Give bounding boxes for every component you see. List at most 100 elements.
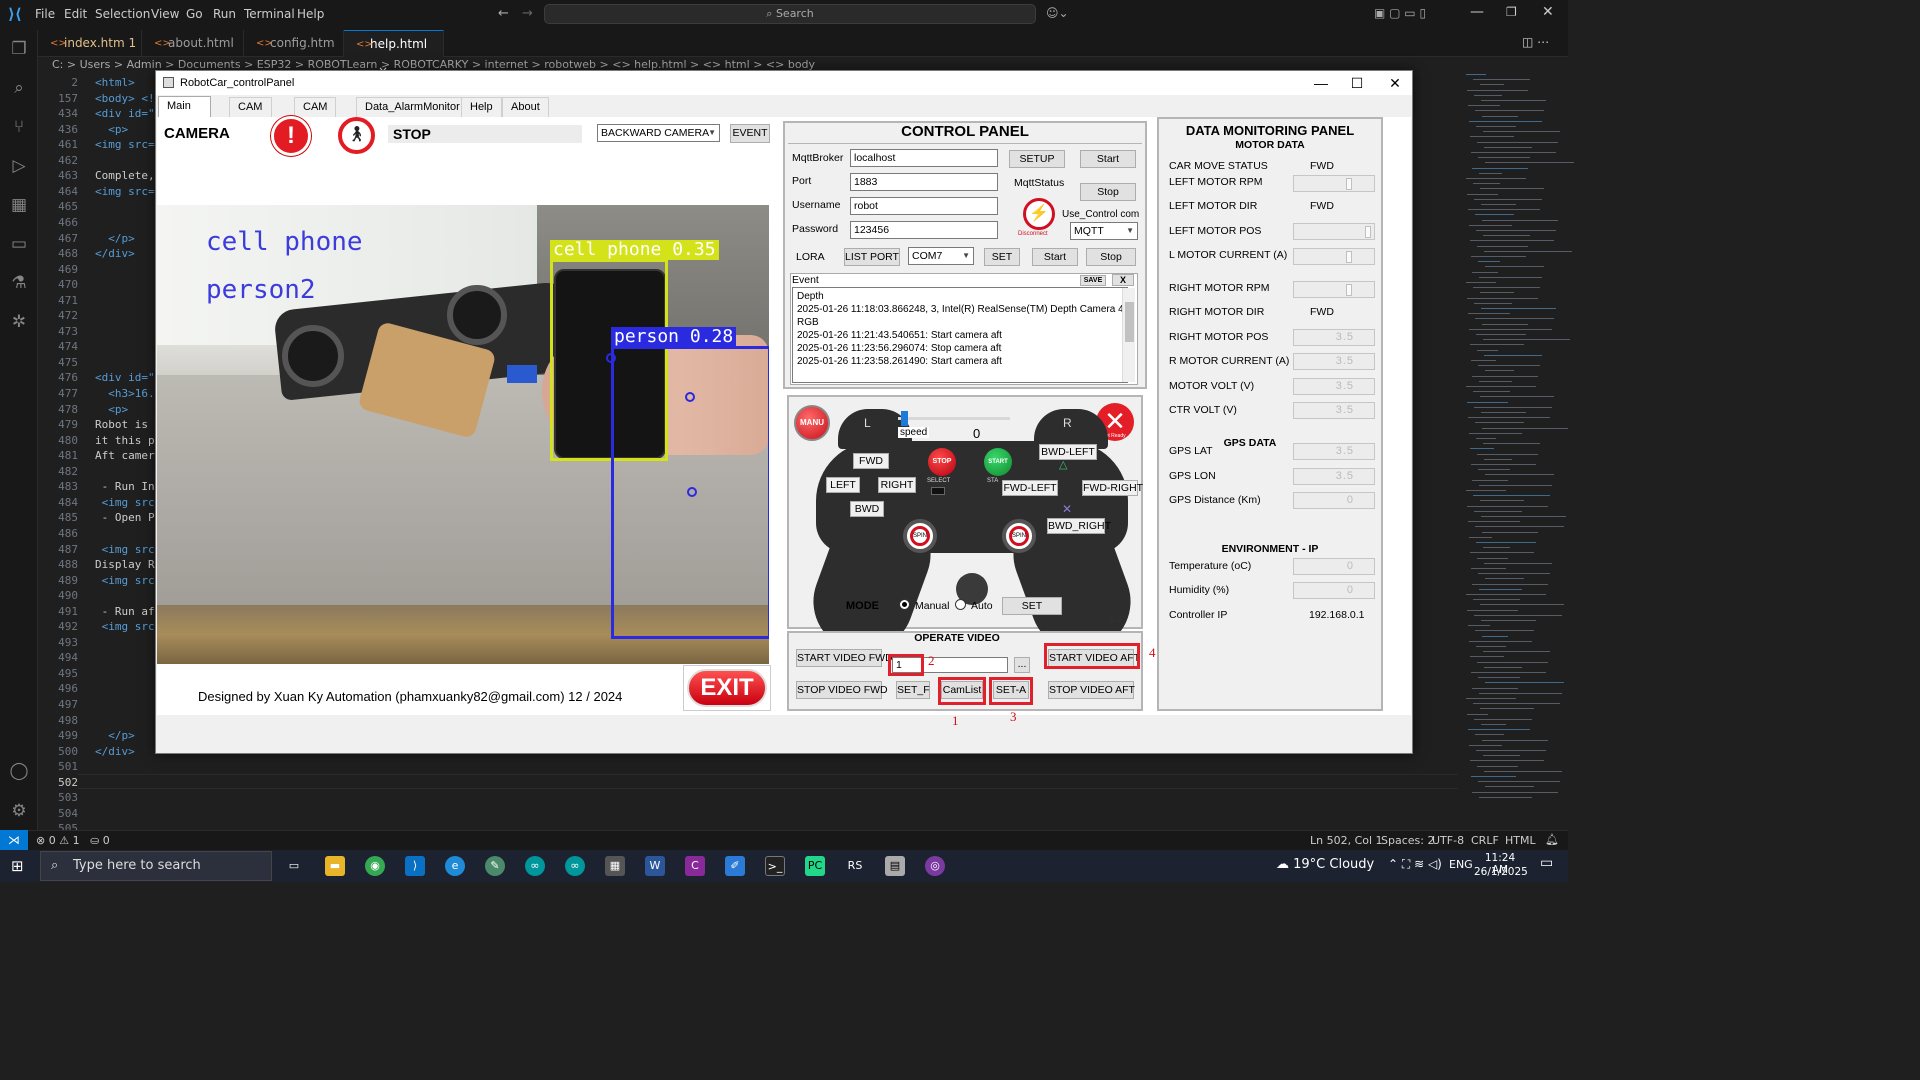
explorer-icon[interactable]: ❐ [8,38,30,60]
run-debug-icon[interactable]: ▷ [8,155,30,177]
close-event-button[interactable]: X [1112,274,1134,286]
stop-video-aft-button[interactable]: STOP VIDEO AFT [1048,681,1135,699]
word-icon[interactable]: W [645,856,665,876]
file-explorer-icon[interactable]: ▬ [325,856,345,876]
tab-about-html[interactable]: <> about.html [142,30,244,57]
lora-stop-button[interactable]: Stop [1086,248,1136,266]
setup-button[interactable]: SETUP [1009,150,1065,168]
restore-icon[interactable]: ❐ [1506,5,1517,19]
extra-icon[interactable]: ✲ [8,311,30,333]
fwd-left-button[interactable]: FWD-LEFT [1002,480,1058,496]
set-f-button[interactable]: SET_F [896,681,930,699]
close-icon[interactable]: ✕ [1542,4,1554,20]
pycharm-icon[interactable]: PC [805,856,825,876]
menu-edit[interactable]: Edit [64,7,87,21]
com-port-select[interactable]: COM7 ▼ [908,247,974,265]
password-input[interactable]: 123456 [850,221,998,239]
robotcar-app-icon[interactable]: ▤ [885,856,905,876]
left-button[interactable]: LEFT [826,477,860,493]
arduino-icon[interactable]: ∞ [525,856,545,876]
remote-explorer-icon[interactable]: ▭ [8,233,30,255]
language-mode[interactable]: HTML [1505,834,1536,847]
realsense-icon[interactable]: RS [845,856,865,876]
spin-right-button[interactable]: SPIN [1002,519,1036,553]
account-icon[interactable]: ◯ [8,760,30,782]
fwd-button[interactable]: FWD [853,453,889,469]
username-input[interactable]: robot [850,197,998,215]
minimap[interactable] [1462,70,1574,830]
event-scrollbar[interactable] [1122,288,1135,382]
mqtt-start-button[interactable]: Start [1080,150,1136,168]
calculator-icon[interactable]: ▦ [605,856,625,876]
start-button[interactable]: START [984,448,1012,476]
extensions-icon[interactable]: ▦ [8,194,30,216]
mqtt-stop-button[interactable]: Stop [1080,183,1136,201]
menu-view[interactable]: View [151,7,179,21]
start-video-fwd-button[interactable]: START VIDEO FWD [796,649,893,667]
event-button[interactable]: EVENT [730,124,770,143]
command-search-input[interactable]: ⌕ Search [544,4,1036,24]
input-language[interactable]: ENG [1449,858,1473,871]
event-log[interactable]: Depth 2025-01-26 11:18:03.866248, 3, Inte… [792,287,1128,383]
edge-icon[interactable]: e [445,856,465,876]
spin-left-button[interactable]: SPIN [903,519,937,553]
mqtt-broker-input[interactable]: localhost [850,149,998,167]
stop-button[interactable]: STOP [928,448,956,476]
problems-status[interactable]: ⊗ 0 ⚠ 1 ⛀ 0 [36,834,110,847]
app-minimize-icon[interactable]: — [1302,71,1340,95]
layout-icons[interactable]: ▣ ▢ ▭ ▯ [1374,6,1426,20]
port-input[interactable]: 1883 [850,173,998,191]
terminal-icon[interactable]: >_ [765,856,785,876]
camera-feed[interactable]: cell phone person2 cell phone 0.35 perso… [157,205,769,664]
camera-select[interactable]: BACKWARD CAMERA ▼ [597,124,720,142]
lora-set-button[interactable]: SET [984,248,1020,266]
tab-config-htm[interactable]: <> config.htm [244,30,344,57]
copilot-icon[interactable]: ☺⌄ [1046,6,1069,20]
menu-go[interactable]: Go [186,7,203,21]
nav-back-icon[interactable]: ← [498,6,509,21]
bwd-right-button[interactable]: BWD_RIGHT [1047,518,1111,534]
lora-start-button[interactable]: Start [1032,248,1078,266]
cursor-position[interactable]: Ln 502, Col 1 [1310,834,1383,847]
menu-terminal[interactable]: Terminal [244,7,295,21]
speed-slider-thumb[interactable] [901,411,909,426]
menu-run[interactable]: Run [213,7,236,21]
indentation[interactable]: Spaces: 2 [1381,834,1434,847]
split-editor-icon[interactable]: ◫ ⋯ [1522,35,1549,49]
menu-help[interactable]: Help [297,7,324,21]
chrome-icon[interactable]: ◉ [365,856,385,876]
minimize-icon[interactable]: — [1470,4,1484,20]
right-button[interactable]: RIGHT [878,477,916,493]
mode-set-button[interactable]: SET [1002,597,1062,615]
tab-data-alarm-monitor[interactable]: Data_AlarmMonitor [356,97,469,117]
nav-forward-icon[interactable]: → [522,6,533,21]
weather-widget[interactable]: ☁ 19°C Cloudy [1276,857,1374,872]
remote-indicator-icon[interactable]: ⋊ [0,830,28,850]
notifications-icon[interactable]: 🔔︎ [1545,833,1559,846]
browse-button[interactable]: ... [1014,657,1030,673]
paint-icon[interactable]: ✐ [725,856,745,876]
taskbar-search-input[interactable]: ⌕ Type here to search [40,851,272,881]
app-c-icon[interactable]: C [685,856,705,876]
python-idle-icon[interactable]: ✎ [485,856,505,876]
select-button[interactable] [931,487,945,495]
arduino-ide-icon[interactable]: ∞ [565,856,585,876]
protocol-select[interactable]: MQTT ▼ [1070,222,1138,240]
mode-manual-radio[interactable] [899,599,910,610]
app-maximize-icon[interactable]: ☐ [1338,71,1376,95]
tab-index-htm[interactable]: <> index.htm 1 [38,30,142,57]
line-endings[interactable]: CRLF [1471,834,1499,847]
source-control-icon[interactable]: ⑂ [8,116,30,138]
tab-cam-aft[interactable]: CAM AFT [294,97,337,131]
fwd-right-button[interactable]: FWD-RIGHT [1082,480,1143,496]
exit-button[interactable]: EXIT [683,665,771,711]
list-port-button[interactable]: LIST PORT [844,248,900,266]
tab-cam-fwd[interactable]: CAM FWD [229,97,273,131]
tab-about[interactable]: About [502,97,549,117]
menu-file[interactable]: File [35,7,55,21]
speed-slider[interactable] [898,411,1010,426]
tab-main-screen[interactable]: Main Screen [158,96,211,130]
vscode-icon[interactable]: ⟩ [405,856,425,876]
clock-date[interactable]: 26/1/2025 [1474,866,1528,878]
save-event-button[interactable]: SAVE [1080,275,1106,286]
